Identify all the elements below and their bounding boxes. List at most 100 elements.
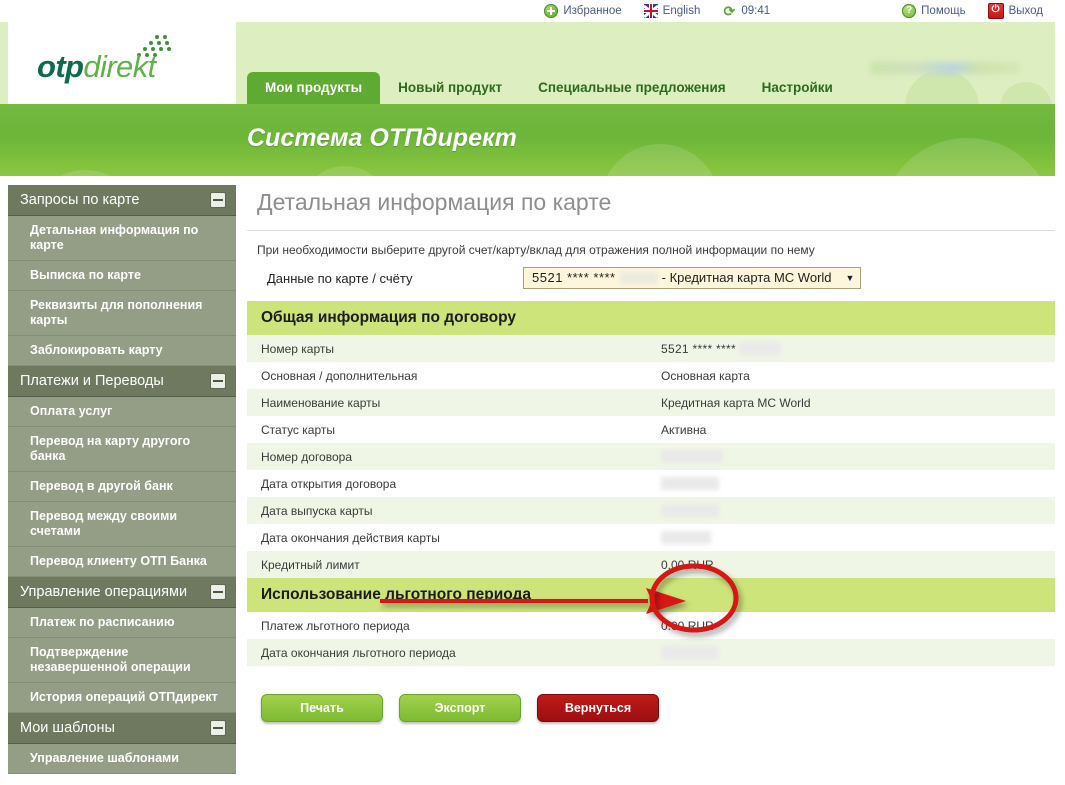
print-button[interactable]: Печать [261, 694, 383, 722]
sidebar-group-label: Платежи и Переводы [20, 373, 164, 389]
sidebar-item-transfer-other-bank[interactable]: Перевод в другой банк [8, 472, 236, 502]
sidebar-item-card-details[interactable]: Детальная информация по карте [8, 216, 236, 261]
row-label: Платеж льготного периода [261, 618, 410, 633]
row-label: Дата открытия договора [261, 476, 397, 491]
banner-decor-circle [880, 138, 1055, 176]
chevron-down-icon: ▼ [845, 273, 855, 283]
application-page: Избранное English ⟳ 09:41 ? Помощь ⏻ Вых… [0, 0, 1065, 785]
tab-new-product[interactable]: Новый продукт [380, 72, 520, 104]
export-button[interactable]: Экспорт [399, 694, 521, 722]
logo-text-direkt: direkt [83, 49, 156, 84]
otpdirekt-logo: otpdirekt [37, 35, 207, 91]
sidebar-item-topup-details[interactable]: Реквизиты для пополнения карты [8, 291, 236, 336]
redacted-digits [619, 272, 658, 284]
section-header-general-contract-info: Общая информация по договору [247, 301, 1055, 335]
main-content: Детальная информация по карте При необхо… [247, 185, 1055, 722]
table-row: Номер договора [247, 443, 1055, 470]
row-value: Кредитная карта MC World [661, 395, 811, 410]
sidebar-group-label: Мои шаблоны [20, 720, 115, 736]
row-value [661, 476, 1055, 491]
help-link[interactable]: ? Помощь [902, 4, 966, 18]
sidebar-item-pay-services[interactable]: Оплата услуг [8, 397, 236, 427]
action-buttons: Печать Экспорт Вернуться [247, 666, 1055, 722]
sidebar-group-operations-management[interactable]: Управление операциями [8, 577, 236, 608]
row-value: 5521 **** **** [661, 341, 1055, 356]
account-product-name: - Кредитная карта MC World [661, 270, 832, 285]
redacted-user-info [870, 62, 1020, 74]
brand-logo[interactable]: otpdirekt [8, 22, 236, 104]
sidebar-group-my-templates[interactable]: Мои шаблоны [8, 713, 236, 744]
page-title: Детальная информация по карте [257, 189, 612, 215]
refresh-arrows-icon: ⟳ [723, 3, 736, 19]
banner-decor-circle [30, 170, 140, 176]
time-label: 09:41 [741, 5, 771, 17]
redacted-value [661, 645, 719, 659]
sidebar-item-confirm-incomplete-operation[interactable]: Подтверждение незавершенной операции [8, 638, 236, 683]
table-row: Основная / дополнительная Основная карта [247, 362, 1055, 389]
table-row-credit-limit: Кредитный лимит 0.00 RUR [247, 551, 1055, 578]
row-value [661, 503, 1055, 518]
row-value-credit-limit: 0.00 RUR [661, 557, 714, 572]
row-label: Статус карты [261, 422, 335, 437]
sidebar-item-scheduled-payment[interactable]: Платеж по расписанию [8, 608, 236, 638]
plus-circle-icon [544, 4, 559, 18]
account-select-label: Данные по карте / счёту [267, 270, 413, 286]
main-navigation-tabs: Мои продукты Новый продукт Специальные п… [247, 72, 851, 104]
table-row: Дата окончания действия карты [247, 524, 1055, 551]
row-value [661, 530, 1055, 545]
language-switch[interactable]: English [643, 4, 700, 18]
sidebar-item-operations-history[interactable]: История операций ОТПдирект [8, 683, 236, 713]
sidebar-group-payments-transfers[interactable]: Платежи и Переводы [8, 366, 236, 397]
logo-wordmark: otpdirekt [37, 49, 156, 85]
back-button[interactable]: Вернуться [537, 694, 659, 722]
table-row: Наименование карты Кредитная карта MC Wo… [247, 389, 1055, 416]
question-mark-icon: ? [902, 4, 917, 18]
sidebar-item-block-card[interactable]: Заблокировать карту [8, 336, 236, 366]
table-row: Дата открытия договора [247, 470, 1055, 497]
sidebar-item-card-statement[interactable]: Выписка по карте [8, 261, 236, 291]
redacted-value [661, 530, 711, 544]
logo-text-otp: otp [37, 49, 84, 84]
redacted-digits [739, 341, 782, 355]
session-time[interactable]: ⟳ 09:41 [722, 3, 771, 19]
collapse-minus-icon[interactable] [210, 584, 226, 600]
section-header-grace-period-usage: Использование льготного периода [247, 578, 1055, 612]
sidebar-item-transfer-own-accounts[interactable]: Перевод между своими счетами [8, 502, 236, 547]
sidebar-group-card-requests[interactable]: Запросы по карте [8, 185, 236, 216]
account-select-row: Данные по карте / счёту 5521 **** **** -… [247, 267, 1055, 301]
table-row: Платеж льготного периода 0.00 RUR [247, 612, 1055, 639]
row-value: Активна [661, 422, 707, 437]
row-label: Номер договора [261, 449, 352, 464]
favorites-label: Избранное [563, 5, 622, 17]
row-label: Дата окончания действия карты [261, 530, 440, 545]
tab-special-offers[interactable]: Специальные предложения [520, 72, 744, 104]
power-icon: ⏻ [987, 3, 1004, 19]
sidebar-group-label: Запросы по карте [20, 192, 140, 208]
sidebar-group-label: Управление операциями [20, 584, 188, 600]
decor-circle [1000, 82, 1052, 104]
decor-circle [905, 70, 979, 104]
row-label: Кредитный лимит [261, 557, 360, 572]
sidebar-item-transfer-other-bank-card[interactable]: Перевод на карту другого банка [8, 427, 236, 472]
row-label: Дата выпуска карты [261, 503, 373, 518]
collapse-minus-icon[interactable] [210, 192, 226, 208]
row-value [661, 645, 1055, 660]
collapse-minus-icon[interactable] [210, 720, 226, 736]
top-utility-bar: Избранное English ⟳ 09:41 ? Помощь ⏻ Вых… [0, 0, 1065, 22]
collapse-minus-icon[interactable] [210, 373, 226, 389]
logout-link[interactable]: ⏻ Выход [987, 3, 1043, 19]
table-row: Дата выпуска карты [247, 497, 1055, 524]
table-row: Дата окончания льготного периода [247, 639, 1055, 666]
row-label: Номер карты [261, 341, 334, 356]
redacted-value [661, 503, 719, 517]
tab-my-products[interactable]: Мои продукты [247, 72, 381, 104]
favorites-link[interactable]: Избранное [544, 4, 622, 18]
account-select-dropdown[interactable]: 5521 **** **** - Кредитная карта MC Worl… [523, 267, 862, 289]
redacted-value [661, 476, 719, 490]
row-label: Дата окончания льготного периода [261, 645, 456, 660]
sidebar-item-manage-templates[interactable]: Управление шаблонами [8, 744, 236, 774]
tab-settings[interactable]: Настройки [744, 72, 851, 104]
sidebar-item-transfer-otp-client[interactable]: Перевод клиенту ОТП Банка [8, 547, 236, 577]
table-row: Номер карты 5521 **** **** [247, 335, 1055, 362]
row-value: Основная карта [661, 368, 750, 383]
